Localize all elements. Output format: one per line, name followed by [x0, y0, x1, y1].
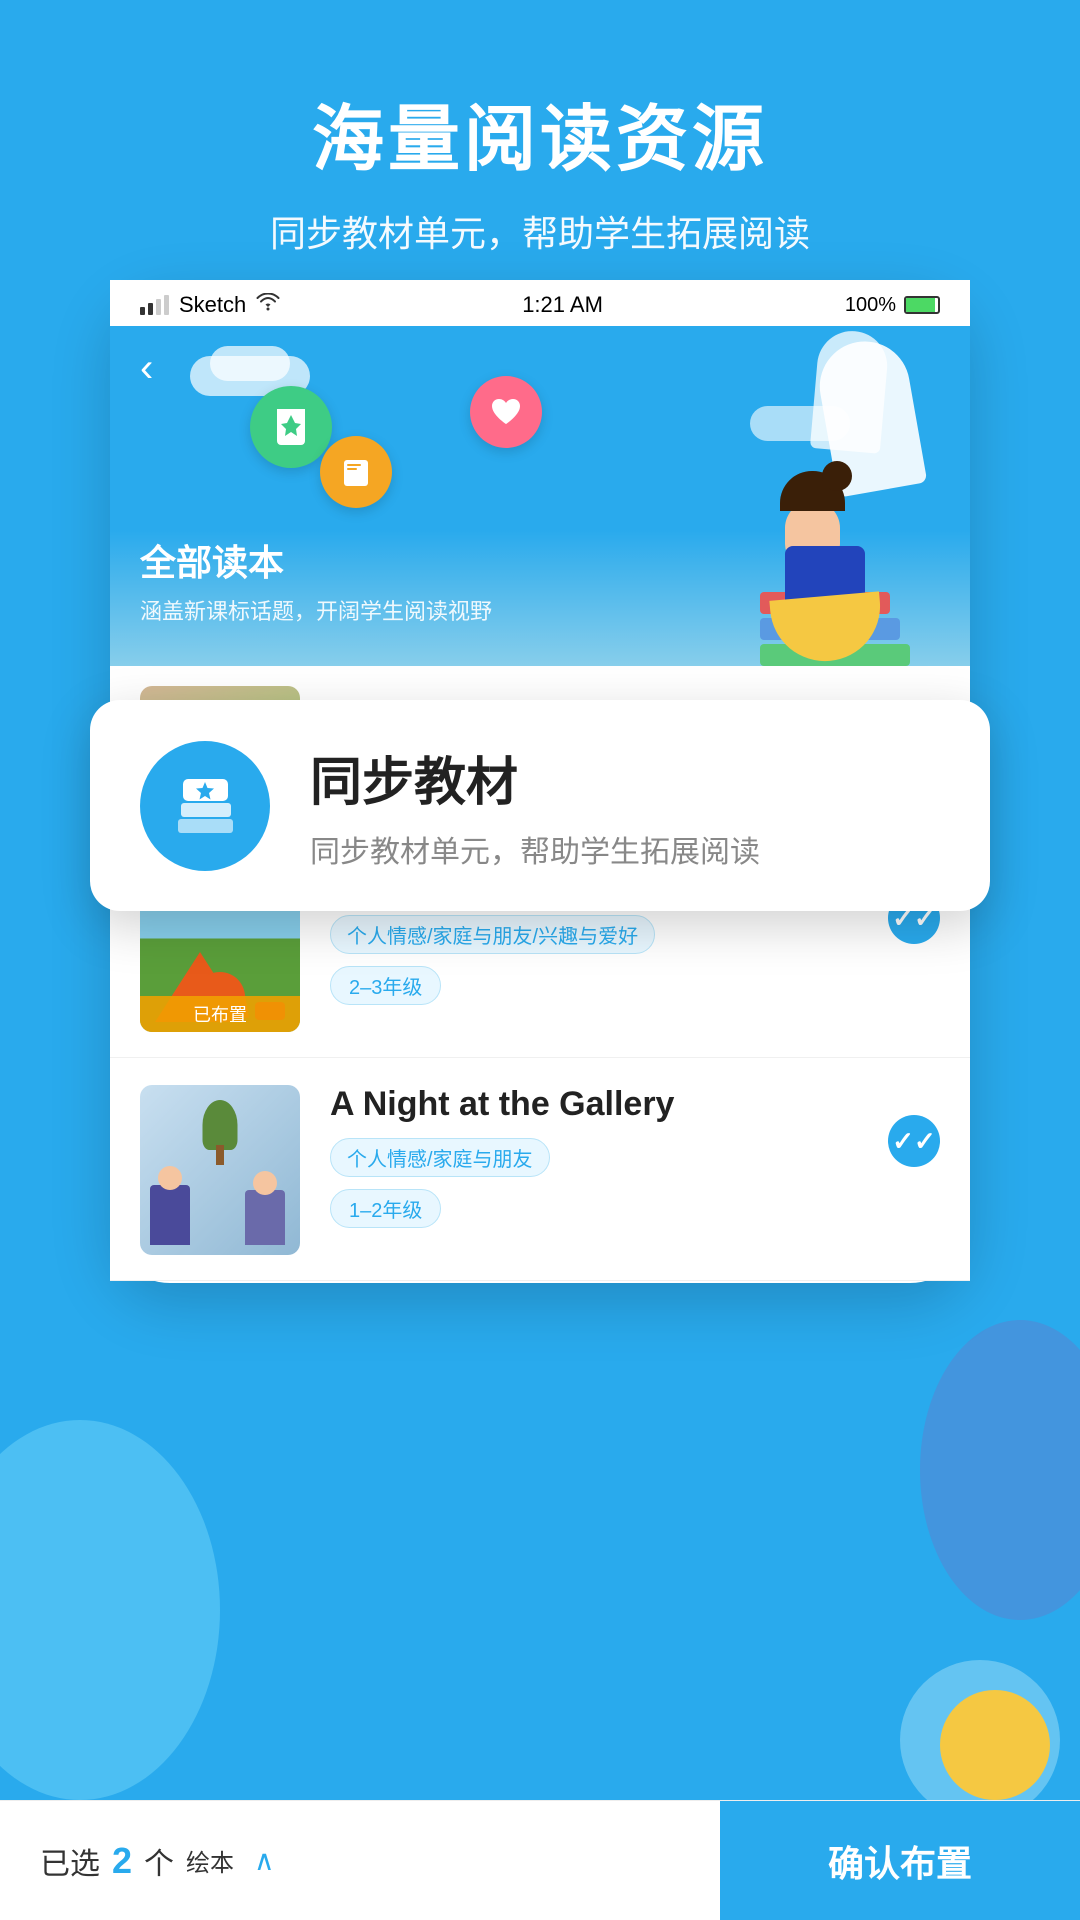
selected-unit: 个 — [144, 1839, 174, 1883]
signal-icon — [140, 295, 169, 315]
page-subtitle: 同步教材单元，帮助学生拓展阅读 — [0, 205, 1080, 257]
bg-decoration-yellow — [940, 1690, 1050, 1800]
feature-card-desc: 同步教材单元，帮助学生拓展阅读 — [310, 827, 760, 871]
carrier-label: Sketch — [179, 292, 246, 318]
bottom-bar: 已选 2 个 绘本 ∧ 确认布置 — [0, 1800, 1080, 1920]
book-tag-3-1: 个人情感/家庭与朋友 — [330, 1138, 550, 1177]
back-button[interactable]: ‹ — [140, 346, 153, 391]
bg-decoration-right-top — [920, 1320, 1080, 1620]
status-left: Sketch — [140, 292, 280, 318]
feature-card-icon — [140, 741, 270, 871]
feature-card-text: 同步教材 同步教材单元，帮助学生拓展阅读 — [310, 740, 760, 871]
book-grade-2: 2–3年级 — [330, 966, 441, 1005]
header-desc: 涵盖新课标话题，开阔学生阅读视野 — [140, 594, 492, 626]
book-info-3: A Night at the Gallery 个人情感/家庭与朋友 1–2年级 — [330, 1085, 858, 1228]
book-cover-3 — [140, 1085, 300, 1255]
selected-info: 已选 2 个 绘本 ∧ — [0, 1839, 720, 1883]
book-checkbox-3[interactable]: ✓ — [888, 1115, 940, 1167]
selected-count: 2 — [112, 1840, 132, 1882]
confirm-button[interactable]: 确认布置 — [720, 1801, 1080, 1920]
header-title: 全部读本 — [140, 534, 492, 586]
icon-bookmark-green[interactable] — [250, 386, 332, 468]
selected-suffix: 绘本 — [186, 1843, 234, 1878]
battery-percent: 100% — [845, 294, 896, 317]
top-section: 海量阅读资源 同步教材单元，帮助学生拓展阅读 — [0, 0, 1080, 257]
header-text: 全部读本 涵盖新课标话题，开阔学生阅读视野 — [140, 534, 492, 626]
icon-heart-pink[interactable] — [470, 376, 542, 448]
status-right: 100% — [845, 294, 940, 317]
book-tags-3: 个人情感/家庭与朋友 — [330, 1138, 858, 1177]
status-time: 1:21 AM — [522, 292, 603, 318]
wifi-icon — [256, 293, 280, 317]
battery-icon — [904, 296, 940, 314]
chevron-up-icon[interactable]: ∧ — [254, 1844, 275, 1877]
book-title-3: A Night at the Gallery — [330, 1085, 858, 1124]
book-grade-3: 1–2年级 — [330, 1189, 441, 1228]
confirm-label: 确认布置 — [828, 1835, 972, 1887]
icon-book-orange[interactable] — [320, 436, 392, 508]
feature-card-title: 同步教材 — [310, 740, 760, 815]
header-nav: ‹ — [110, 326, 970, 411]
selected-prefix: 已选 — [40, 1839, 100, 1883]
book-tag-2-1: 个人情感/家庭与朋友/兴趣与爱好 — [330, 915, 655, 954]
feature-card: 同步教材 同步教材单元，帮助学生拓展阅读 — [90, 700, 990, 911]
status-bar: Sketch 1:21 AM 100% — [110, 280, 970, 326]
book-badge-2: 已布置 — [140, 996, 300, 1032]
page-title: 海量阅读资源 — [0, 80, 1080, 185]
book-tags-2: 个人情感/家庭与朋友/兴趣与爱好 — [330, 915, 858, 954]
book-item-3: A Night at the Gallery 个人情感/家庭与朋友 1–2年级 … — [110, 1060, 970, 1281]
app-header: ‹ — [110, 326, 970, 666]
bg-decoration-left — [0, 1420, 220, 1800]
